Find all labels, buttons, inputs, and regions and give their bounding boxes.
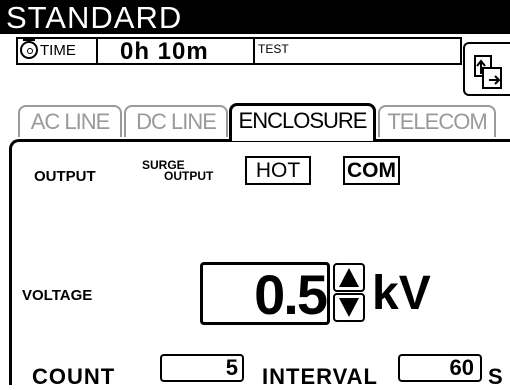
- status-divider: [96, 37, 98, 65]
- count-label: COUNT: [32, 364, 116, 389]
- hot-button[interactable]: HOT: [245, 156, 311, 185]
- com-button[interactable]: COM: [343, 156, 400, 185]
- output-label: OUTPUT: [34, 168, 96, 185]
- voltage-value: 0.5: [254, 263, 328, 326]
- arrow-up-icon: [333, 263, 365, 292]
- time-label: TIME: [40, 42, 76, 59]
- interval-value: 60: [449, 355, 474, 380]
- time-value: 0h 10m: [120, 38, 209, 65]
- tab-ac-line[interactable]: AC LINE: [18, 105, 122, 137]
- count-value: 5: [225, 355, 238, 380]
- surge-output-line2: OUTPUT: [164, 169, 214, 183]
- surge-output-label: SURGE OUTPUT: [142, 159, 237, 183]
- clock-icon: [20, 39, 38, 59]
- interval-label: INTERVAL: [262, 364, 378, 389]
- voltage-label: VOLTAGE: [22, 287, 93, 304]
- tab-enclosure[interactable]: ENCLOSURE: [229, 103, 376, 141]
- status-row: [16, 37, 462, 65]
- voltage-up-button[interactable]: [332, 262, 366, 292]
- page-switch-icon: [474, 55, 502, 89]
- page-switch-button[interactable]: [463, 42, 510, 96]
- test-label: TEST: [258, 42, 289, 56]
- voltage-down-button[interactable]: [332, 293, 366, 323]
- page-title: STANDARD: [6, 0, 183, 35]
- voltage-unit: kV: [372, 267, 431, 320]
- tab-dc-line[interactable]: DC LINE: [124, 105, 228, 137]
- interval-unit: S: [488, 364, 503, 389]
- arrow-down-icon: [333, 293, 365, 322]
- tab-telecom[interactable]: TELECOM: [378, 105, 496, 137]
- status-divider: [253, 37, 255, 65]
